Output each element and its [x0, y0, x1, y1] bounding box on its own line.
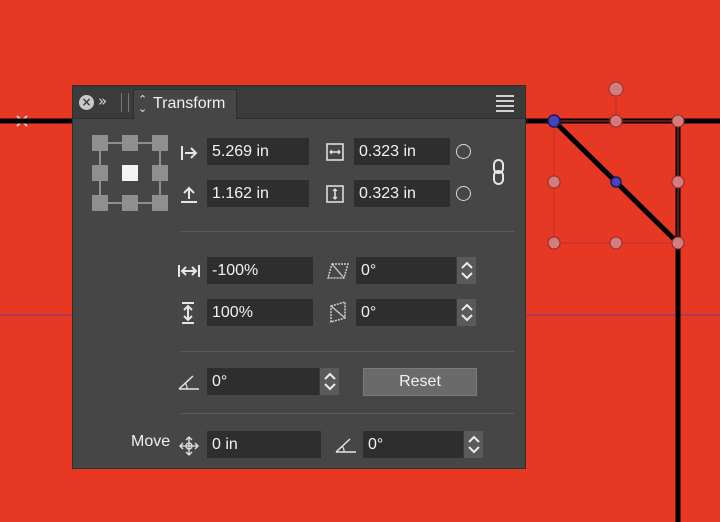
rotation-angle-stepper[interactable] — [319, 368, 339, 395]
width-lock-toggle[interactable] — [456, 144, 471, 159]
height-field[interactable]: 0.323 in — [354, 180, 450, 207]
handle-top-middle — [609, 114, 623, 128]
section-divider — [181, 413, 514, 414]
double-chevron-right-icon[interactable]: » — [98, 92, 107, 110]
anchor-bottom-center[interactable] — [122, 195, 138, 211]
move-angle-stepper[interactable] — [463, 431, 483, 458]
shear-horizontal-field[interactable]: 0° — [356, 257, 456, 284]
anchor-node-start — [547, 114, 561, 128]
anchor-bottom-right[interactable] — [152, 195, 168, 211]
updown-chevron-icon: ⌃ ⌄ — [138, 93, 148, 115]
x-position-field[interactable]: 5.269 in — [207, 138, 309, 165]
x-position-icon — [181, 146, 198, 160]
handle-bottom-middle — [609, 236, 623, 250]
reference-point-grid — [92, 135, 168, 211]
transform-panel: × » ⌃ ⌄ Transform 5.269 in 1.162 in 0.32… — [72, 85, 526, 469]
move-distance-field[interactable]: 0 in — [207, 431, 321, 458]
handle-bottom-left — [547, 236, 561, 250]
section-divider — [181, 351, 514, 352]
horizontal-scale-icon — [178, 265, 200, 277]
rotation-handle — [608, 81, 624, 97]
anchor-center[interactable] — [122, 165, 138, 181]
panel-tab-bar: × » ⌃ ⌄ Transform — [73, 86, 525, 119]
vertical-scale-field[interactable]: 100% — [207, 299, 313, 326]
move-angle-field[interactable]: 0° — [363, 431, 463, 458]
anchor-node-center — [610, 176, 622, 188]
anchor-middle-right[interactable] — [152, 165, 168, 181]
reset-button[interactable]: Reset — [363, 368, 477, 396]
rotation-angle-field[interactable]: 0° — [207, 368, 319, 395]
move-arrows-icon — [179, 436, 199, 456]
shear-horizontal-icon — [327, 263, 349, 279]
handle-bottom-right — [671, 236, 685, 250]
tab-label: Transform — [153, 95, 226, 112]
anchor-bottom-left[interactable] — [92, 195, 108, 211]
anchor-top-center[interactable] — [122, 135, 138, 151]
vertical-scale-icon — [182, 302, 194, 324]
y-position-field[interactable]: 1.162 in — [207, 180, 309, 207]
hamburger-menu-icon[interactable] — [496, 95, 514, 112]
width-field[interactable]: 0.323 in — [354, 138, 450, 165]
handle-top-right — [671, 114, 685, 128]
handle-middle-right — [671, 175, 685, 189]
tab-transform[interactable]: ⌃ ⌄ Transform — [133, 89, 237, 119]
shear-vertical-field[interactable]: 0° — [356, 299, 456, 326]
height-icon — [326, 185, 344, 203]
move-angle-icon — [335, 438, 356, 453]
rotation-angle-icon — [178, 375, 199, 390]
y-position-icon — [181, 186, 197, 203]
shear-vertical-icon — [330, 301, 346, 323]
panel-grip-handle[interactable] — [121, 93, 129, 112]
shear-vertical-stepper[interactable] — [456, 299, 476, 326]
move-label: Move — [131, 433, 171, 450]
horizontal-scale-field[interactable]: -100% — [207, 257, 313, 284]
link-icon[interactable] — [492, 158, 506, 186]
anchor-top-right[interactable] — [152, 135, 168, 151]
section-divider — [181, 231, 514, 232]
height-lock-toggle[interactable] — [456, 186, 471, 201]
shear-horizontal-stepper[interactable] — [456, 257, 476, 284]
close-icon[interactable]: × — [79, 95, 94, 110]
width-icon — [326, 143, 344, 161]
anchor-middle-left[interactable] — [92, 165, 108, 181]
anchor-top-left[interactable] — [92, 135, 108, 151]
handle-middle-left — [547, 175, 561, 189]
